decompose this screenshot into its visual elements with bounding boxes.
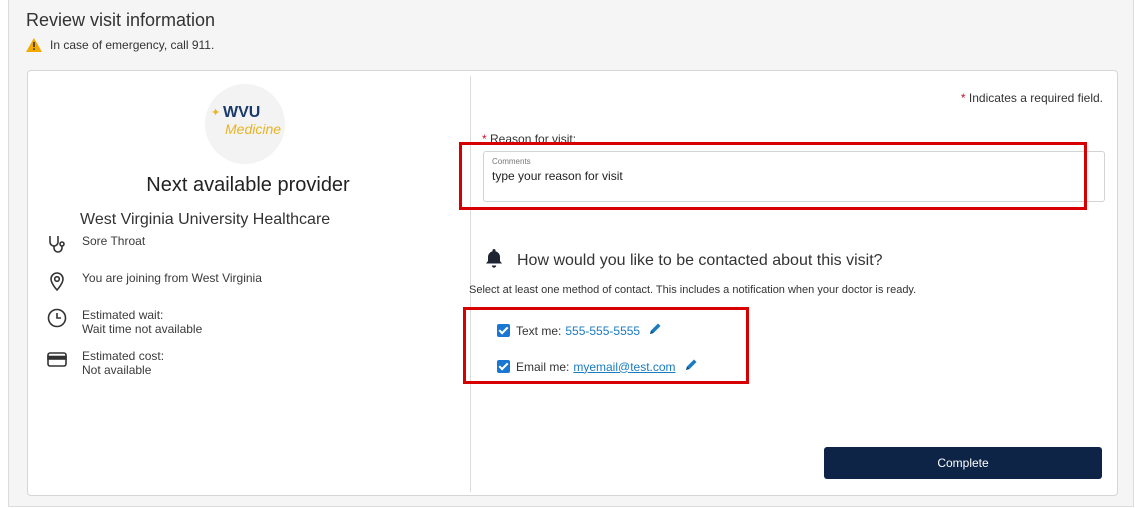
symptom-text: Sore Throat xyxy=(82,234,146,248)
wait-row: Estimated wait: Wait time not available xyxy=(46,307,202,336)
visit-card: ✦ WVU Medicine Next available provider W… xyxy=(27,70,1118,496)
required-star: * xyxy=(960,91,966,105)
contact-highlight-box xyxy=(463,307,749,384)
emergency-notice: In case of emergency, call 911. xyxy=(26,38,214,52)
contact-heading-text: How would you like to be contacted about… xyxy=(517,251,883,269)
complete-button[interactable]: Complete xyxy=(824,447,1102,479)
location-text: You are joining from West Virginia xyxy=(82,271,262,285)
logo-text-top: WVU xyxy=(223,104,261,121)
page-title: Review visit information xyxy=(26,10,216,30)
required-note-text: Indicates a required field. xyxy=(968,91,1103,105)
location-row: You are joining from West Virginia xyxy=(46,270,262,292)
symptom-row: Sore Throat xyxy=(46,233,145,255)
contact-subtext: Select at least one method of contact. T… xyxy=(469,284,917,296)
cost-value: Not available xyxy=(82,363,152,377)
wait-value: Wait time not available xyxy=(82,322,203,336)
required-field-note: * Indicates a required field. xyxy=(961,91,1103,105)
contact-heading: How would you like to be contacted about… xyxy=(483,247,883,274)
location-pin-icon xyxy=(46,270,68,292)
stethoscope-icon xyxy=(46,233,68,255)
bell-icon xyxy=(483,247,505,274)
wvu-medicine-logo: ✦ WVU Medicine xyxy=(205,84,285,164)
warning-icon xyxy=(26,38,42,52)
logo-text-bottom: Medicine xyxy=(225,121,282,137)
wait-label: Estimated wait: xyxy=(82,308,164,322)
logo-mark-icon: ✦ xyxy=(211,107,221,119)
emergency-text: In case of emergency, call 911. xyxy=(50,38,215,52)
credit-card-icon xyxy=(46,348,68,370)
cost-row: Estimated cost: Not available xyxy=(46,348,164,377)
clock-icon xyxy=(46,307,68,329)
provider-name: Next available provider xyxy=(146,174,350,196)
reason-highlight-box xyxy=(459,142,1087,210)
organization-name: West Virginia University Healthcare xyxy=(80,211,331,228)
cost-label: Estimated cost: xyxy=(82,349,165,363)
